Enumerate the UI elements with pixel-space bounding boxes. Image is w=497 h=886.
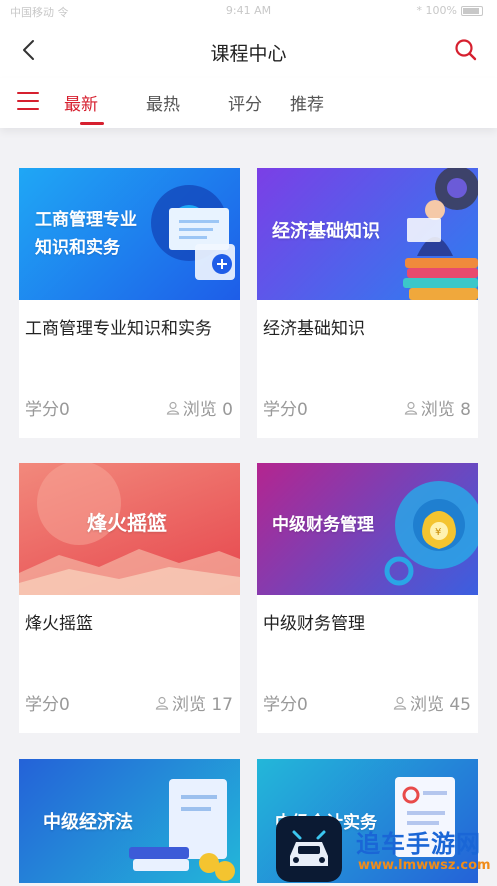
- course-banner: 工商管理专业 知识和实务: [19, 168, 240, 300]
- status-bar: 中国移动 令 9:41 AM * 100%: [0, 0, 497, 22]
- course-credit: 学分0: [25, 400, 70, 420]
- watermark-url: www.lmwwsz.com: [358, 858, 491, 873]
- course-credit: 学分0: [263, 400, 308, 420]
- menu-icon-line: [17, 108, 39, 110]
- course-views: 浏览 0: [166, 395, 233, 420]
- course-title: 经济基础知识: [263, 319, 365, 339]
- course-credit: 学分0: [25, 695, 70, 715]
- tab-newest[interactable]: 最新: [64, 90, 98, 115]
- user-icon: [155, 696, 169, 710]
- category-tab-bar: 最新 最热 评分 推荐: [0, 78, 497, 128]
- course-banner: 经济基础知识: [257, 168, 478, 300]
- views-count: 浏览 45: [409, 695, 471, 715]
- banner-title: 中级经济法: [43, 812, 133, 833]
- banner-title: 中级财务管理: [272, 515, 374, 535]
- banner-title: 工商管理专业 知识和实务: [35, 210, 137, 258]
- tab-rating[interactable]: 评分: [228, 90, 262, 115]
- course-banner: 中级经济法: [19, 759, 240, 883]
- views-count: 浏览 0: [182, 400, 233, 420]
- svg-text:¥: ¥: [435, 527, 441, 538]
- tab-hottest[interactable]: 最热: [146, 90, 180, 115]
- course-title: 工商管理专业知识和实务: [25, 319, 212, 339]
- battery-label: * 100%: [416, 4, 457, 17]
- course-card[interactable]: 烽火摇篮 烽火摇篮 学分0 浏览 17: [19, 463, 240, 733]
- car-logo-icon: [276, 816, 342, 882]
- views-count: 浏览 8: [420, 400, 471, 420]
- battery-status: * 100%: [417, 4, 483, 17]
- course-title: 中级财务管理: [263, 614, 365, 634]
- watermark-title: 追车手游网: [356, 830, 481, 858]
- menu-button[interactable]: [17, 92, 39, 112]
- tab-recommended[interactable]: 推荐: [290, 90, 324, 115]
- page-title: 课程中心: [210, 43, 287, 65]
- course-card[interactable]: 中级经济法: [19, 759, 240, 883]
- course-title: 烽火摇篮: [25, 614, 93, 634]
- user-icon: [166, 401, 179, 415]
- menu-icon-line: [17, 92, 39, 94]
- course-card[interactable]: ¥ 中级财务管理 中级财务管理 学分0 浏览 45: [257, 463, 478, 733]
- course-card[interactable]: 工商管理专业 知识和实务 工商管理专业知识和实务 学分0 浏览 0: [19, 168, 240, 438]
- course-card[interactable]: 经济基础知识 经济基础知识 学分0 浏览 8: [257, 168, 478, 438]
- course-views: 浏览 45: [393, 690, 471, 715]
- banner-title: 经济基础知识: [272, 221, 380, 242]
- battery-icon: [461, 6, 483, 16]
- search-icon: [455, 39, 477, 61]
- banner-title: 烽火摇篮: [87, 511, 167, 535]
- course-views: 浏览 8: [404, 395, 471, 420]
- views-count: 浏览 17: [171, 695, 233, 715]
- search-button[interactable]: [453, 37, 479, 63]
- course-views: 浏览 17: [155, 690, 233, 715]
- user-icon: [393, 696, 407, 710]
- course-credit: 学分0: [263, 695, 308, 715]
- active-tab-indicator: [80, 122, 104, 125]
- course-banner: 烽火摇篮: [19, 463, 240, 595]
- site-watermark: 追车手游网 www.lmwwsz.com: [276, 812, 497, 883]
- course-banner: ¥ 中级财务管理: [257, 463, 478, 595]
- navigation-bar: 课程中心: [0, 22, 497, 78]
- user-icon: [404, 401, 417, 415]
- menu-icon-line: [17, 100, 39, 102]
